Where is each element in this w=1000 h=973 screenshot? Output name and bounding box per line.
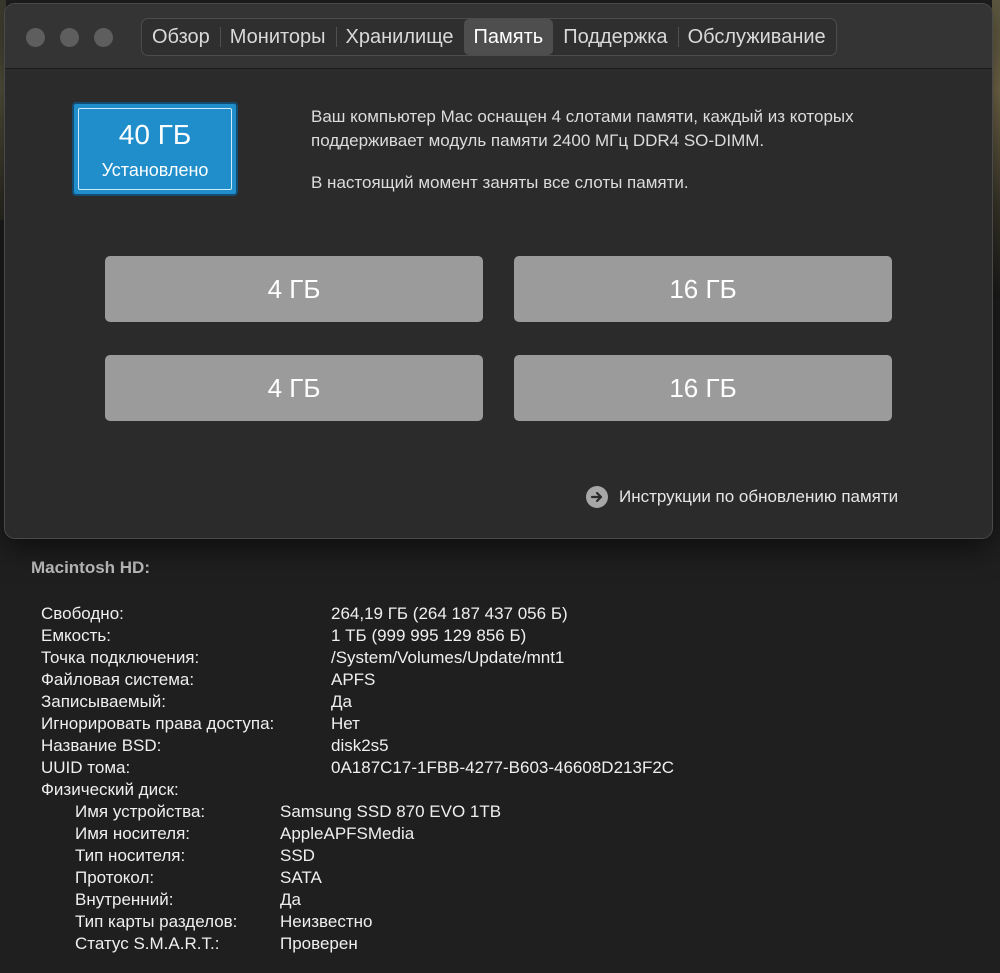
info-key: UUID тома: — [41, 758, 131, 777]
info-key: Игнорировать права доступа: — [41, 714, 275, 733]
memory-slot-2: 16 ГБ — [514, 256, 892, 322]
tab-service[interactable]: Обслуживание — [677, 19, 836, 55]
info-key: Тип карты разделов: — [75, 912, 238, 931]
info-key: Имя устройства: — [75, 802, 206, 821]
info-key: Свободно: — [41, 604, 124, 623]
info-key: Точка подключения: — [41, 648, 200, 667]
arrow-right-circle-icon — [586, 486, 608, 508]
info-key: Записываемый: — [41, 692, 167, 711]
tab-memory[interactable]: Память — [463, 19, 554, 55]
info-value: AppleAPFSMedia — [280, 824, 415, 843]
memory-slot-4: 16 ГБ — [514, 355, 892, 421]
info-key: Протокол: — [75, 868, 155, 887]
info-key: Емкость: — [41, 626, 111, 645]
volume-title: Macintosh HD: — [31, 558, 150, 577]
tab-overview[interactable]: Обзор — [142, 19, 220, 55]
info-value: 0A187C17-1FBB-4277-B603-46608D213F2C — [331, 758, 675, 777]
info-key: Название BSD: — [41, 736, 162, 755]
tab-displays[interactable]: Мониторы — [219, 19, 336, 55]
memory-description: Ваш компьютер Mac оснащен 4 слотами памя… — [311, 107, 854, 150]
info-value: Да — [331, 692, 352, 711]
info-value: Неизвестно — [280, 912, 373, 931]
installed-memory-label: Установлено — [101, 160, 209, 180]
installed-memory-badge: 40 ГБ Установлено — [72, 102, 238, 196]
info-value: disk2s5 — [331, 736, 389, 755]
info-value: Нет — [331, 714, 360, 733]
info-value: APFS — [331, 670, 376, 689]
about-this-mac-window: Обзор Мониторы Хранилище Память Поддержк… — [4, 3, 993, 539]
tab-support[interactable]: Поддержка — [553, 19, 677, 55]
info-value: 264,19 ГБ (264 187 437 056 Б) — [331, 604, 568, 623]
info-key: Физический диск: — [41, 780, 179, 799]
info-value: SATA — [280, 868, 322, 887]
minimize-button[interactable] — [60, 28, 79, 47]
tab-bar: Обзор Мониторы Хранилище Память Поддержк… — [141, 18, 837, 56]
memory-slot-1: 4 ГБ — [105, 256, 483, 322]
wallpaper-edge-right — [992, 0, 1000, 300]
memory-slot-status: В настоящий момент заняты все слоты памя… — [311, 173, 689, 192]
info-value: 1 ТБ (999 995 129 856 Б) — [331, 626, 527, 645]
installed-memory-size: 40 ГБ — [118, 119, 192, 150]
info-value: Да — [280, 890, 301, 909]
memory-upgrade-link[interactable]: Инструкции по обновлению памяти — [586, 485, 898, 509]
zoom-button[interactable] — [94, 28, 113, 47]
memory-slot-3: 4 ГБ — [105, 355, 483, 421]
info-key: Статус S.M.A.R.T.: — [75, 934, 220, 953]
volume-info-panel: Macintosh HD: Свободно: 264,19 ГБ (264 1… — [0, 535, 1000, 973]
memory-upgrade-link-label[interactable]: Инструкции по обновлению памяти — [619, 487, 898, 507]
info-key: Внутренний: — [75, 890, 174, 909]
info-value: Проверен — [280, 934, 358, 953]
info-key: Тип носителя: — [75, 846, 186, 865]
info-value: SSD — [280, 846, 315, 865]
close-button[interactable] — [26, 28, 45, 47]
info-key: Имя носителя: — [75, 824, 191, 843]
window-titlebar[interactable]: Обзор Мониторы Хранилище Память Поддержк… — [5, 4, 992, 69]
info-value: Samsung SSD 870 EVO 1TB — [280, 802, 502, 821]
tab-storage[interactable]: Хранилище — [335, 19, 464, 55]
info-key: Файловая система: — [41, 670, 195, 689]
info-value: /System/Volumes/Update/mnt1 — [331, 648, 565, 667]
